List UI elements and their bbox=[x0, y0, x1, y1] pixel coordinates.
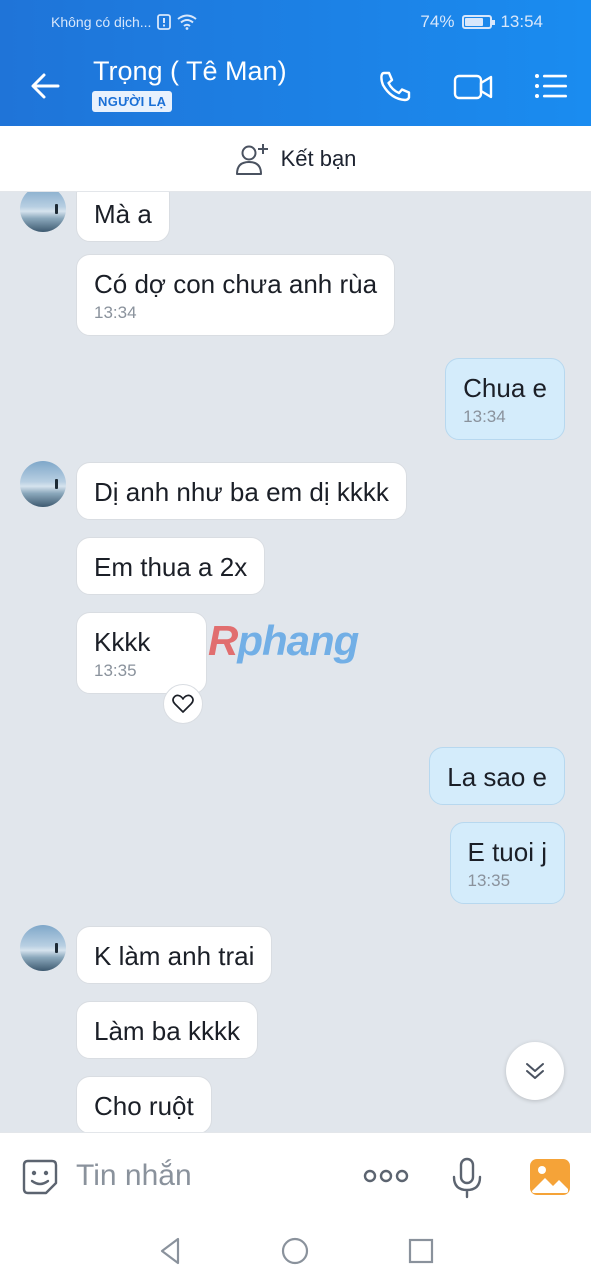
clock: 13:54 bbox=[500, 12, 543, 31]
message-bubble[interactable]: Kkkk 13:35 bbox=[76, 612, 207, 694]
contact-avatar[interactable] bbox=[20, 461, 66, 507]
heart-icon bbox=[172, 694, 194, 713]
nav-home-button[interactable] bbox=[278, 1234, 312, 1268]
chat-options-button[interactable] bbox=[530, 68, 570, 104]
status-right: 74% 13:54 bbox=[420, 12, 543, 32]
scroll-to-bottom-button[interactable] bbox=[506, 1042, 564, 1100]
watermark-rest: phang bbox=[237, 617, 359, 664]
add-friend-bar[interactable]: Kết bạn bbox=[0, 126, 591, 192]
back-arrow-icon bbox=[31, 73, 60, 99]
watermark-first-letter: R bbox=[208, 617, 238, 664]
add-friend-label: Kết bạn bbox=[280, 145, 357, 171]
message-time: 13:34 bbox=[463, 407, 506, 426]
watermark-logo: Rphang bbox=[208, 617, 359, 665]
message-text: Mà a bbox=[94, 199, 152, 229]
message-text: La sao e bbox=[447, 762, 547, 792]
video-call-button[interactable] bbox=[452, 68, 493, 104]
message-bubble[interactable]: Có dợ con chưa anh rùa 13:34 bbox=[76, 254, 396, 336]
message-time: 13:35 bbox=[467, 871, 511, 890]
message-input[interactable] bbox=[76, 1155, 326, 1197]
send-image-button[interactable] bbox=[528, 1157, 572, 1202]
phone-icon bbox=[380, 71, 411, 102]
message-bubble[interactable]: Em thua a 2x bbox=[76, 537, 266, 595]
compose-bar bbox=[0, 1132, 591, 1220]
message-text: Kkkk bbox=[94, 627, 151, 657]
message-bubble[interactable]: Cho ruột bbox=[76, 1076, 212, 1132]
message-text: Có dợ con chưa anh rùa bbox=[94, 269, 378, 299]
back-button[interactable] bbox=[26, 68, 66, 104]
message-bubble[interactable]: K làm anh trai bbox=[76, 926, 273, 984]
wifi-icon bbox=[177, 14, 198, 30]
chat-header: Trọng ( Tê Man) NGƯỜI LẠ bbox=[0, 46, 591, 126]
message-time: 13:34 bbox=[94, 303, 137, 322]
message-bubble[interactable]: Dị anh như ba em dị kkkk bbox=[76, 462, 407, 520]
image-gallery-icon bbox=[530, 1159, 570, 1195]
message-text: Cho ruột bbox=[94, 1091, 194, 1121]
message-time: 13:35 bbox=[94, 661, 137, 680]
more-options-button[interactable] bbox=[363, 1163, 409, 1194]
message-text: Làm ba kkkk bbox=[94, 1016, 240, 1046]
status-left: Không có dịch... bbox=[51, 14, 198, 30]
contact-avatar[interactable] bbox=[20, 192, 66, 232]
message-text: Chua e bbox=[463, 373, 547, 403]
message-list[interactable]: Mà a Có dợ con chưa anh rùa 13:34 Chua e… bbox=[0, 192, 591, 1132]
video-icon bbox=[453, 74, 493, 100]
emoji-button[interactable] bbox=[20, 1157, 60, 1202]
nav-home-circle-icon bbox=[281, 1237, 309, 1265]
stranger-badge: NGƯỜI LẠ bbox=[92, 91, 173, 112]
contact-name[interactable]: Trọng ( Tê Man) bbox=[93, 56, 287, 87]
sticker-emoji-icon bbox=[22, 1159, 58, 1195]
message-text: E tuoi j bbox=[467, 837, 548, 867]
carrier-text: Không có dịch... bbox=[51, 14, 152, 30]
battery-icon bbox=[462, 15, 496, 29]
status-bar: Không có dịch... 74% 13:54 bbox=[0, 0, 591, 46]
message-text: K làm anh trai bbox=[94, 941, 255, 971]
message-bubble[interactable]: Chua e 13:34 bbox=[445, 358, 565, 440]
nav-recents-square-icon bbox=[408, 1238, 434, 1264]
message-text: Dị anh như ba em dị kkkk bbox=[94, 477, 389, 507]
call-button[interactable] bbox=[375, 68, 415, 104]
message-bubble[interactable]: Mà a bbox=[76, 192, 170, 242]
sim-alert-icon bbox=[157, 14, 172, 30]
more-dots-icon bbox=[363, 1169, 409, 1183]
reaction-button[interactable] bbox=[163, 684, 203, 724]
nav-recents-button[interactable] bbox=[404, 1234, 438, 1268]
contact-avatar[interactable] bbox=[20, 925, 66, 971]
voice-message-button[interactable] bbox=[450, 1157, 484, 1204]
battery-percent: 74% bbox=[420, 12, 455, 31]
message-bubble[interactable]: Làm ba kkkk bbox=[76, 1001, 258, 1059]
system-nav-bar bbox=[0, 1220, 591, 1280]
double-chevron-down-icon bbox=[526, 1063, 544, 1079]
message-bubble[interactable]: La sao e bbox=[429, 747, 565, 805]
menu-list-icon bbox=[535, 74, 567, 98]
message-text: Em thua a 2x bbox=[94, 552, 248, 582]
add-friend-icon bbox=[235, 143, 268, 175]
message-bubble[interactable]: E tuoi j 13:35 bbox=[449, 822, 565, 904]
battery-fill bbox=[465, 18, 484, 26]
nav-back-triangle-icon bbox=[160, 1237, 180, 1265]
nav-back-button[interactable] bbox=[154, 1234, 188, 1268]
microphone-icon bbox=[452, 1157, 482, 1199]
